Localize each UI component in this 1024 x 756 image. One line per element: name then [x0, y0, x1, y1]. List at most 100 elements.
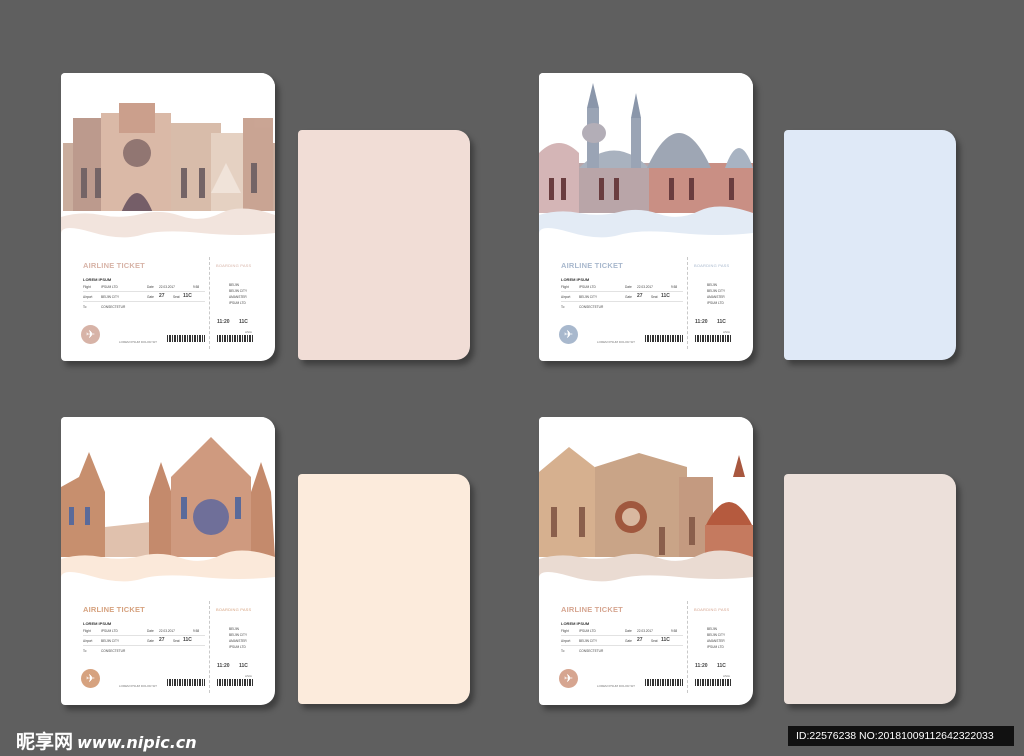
footer-right-label: ASIA [245, 674, 252, 678]
code-value: 9:58 [671, 285, 678, 289]
date-label: Date [147, 629, 154, 633]
to-label: To [561, 305, 565, 309]
airport-value: BEIJIN CITY [579, 295, 598, 299]
footer-right-label: ASIA [245, 330, 252, 334]
right-line-1: BEIJIN [707, 283, 717, 287]
gate-label: Gate [147, 639, 154, 643]
notebook-cover-3: AIRLINE TICKET BOARDING PASS LOREM IPSUM… [61, 417, 275, 705]
flight-label: Flight [83, 285, 91, 289]
right-line-3: AMANSTER [707, 295, 725, 299]
date-value: 22.03.2017 [637, 629, 653, 633]
ticket-title: AIRLINE TICKET [561, 261, 623, 270]
ticket-separator [561, 645, 683, 646]
boarding-pass-label: BOARDING PASS [694, 263, 730, 268]
seat-label: Seat [173, 295, 180, 299]
footer-right-label: ASIA [723, 330, 730, 334]
gate-value: 27 [159, 637, 165, 643]
notebook-cover-2: AIRLINE TICKET BOARDING PASS LOREM IPSUM… [539, 73, 753, 361]
right-line-1: BEIJIN [229, 627, 239, 631]
gate-value: 27 [637, 293, 643, 299]
flight-label: Flight [561, 285, 569, 289]
ticket-footer: LOREM IPSUM DOLOR SIT [119, 340, 158, 344]
seat-stub-value: 11C [717, 663, 726, 669]
notebook-back-3 [298, 474, 470, 704]
right-line-2: BEIJIN CITY [707, 633, 726, 637]
notebook-back-2 [784, 130, 956, 360]
flight-label: Flight [561, 629, 569, 633]
ticket-divider [209, 257, 210, 349]
image-id-bar: ID:22576238 NO:20181009112642322033 [788, 726, 1014, 746]
right-line-1: BEIJIN [229, 283, 239, 287]
airport-label: Airport [83, 639, 93, 643]
to-value: CONSECTETUR [101, 649, 126, 653]
ticket-separator [561, 635, 683, 636]
site-watermark: 昵享网 www.nipic.cn [16, 727, 197, 754]
date-label: Date [625, 285, 632, 289]
barcode [645, 679, 683, 686]
ticket-area: AIRLINE TICKET BOARDING PASS LOREM IPSUM… [539, 233, 753, 361]
flight-value: IPSUM LTD [101, 629, 118, 633]
seat-value: 11C [661, 637, 670, 643]
departure-time: 11:20 [217, 663, 230, 669]
departure-time: 11:20 [695, 319, 708, 325]
flight-value: IPSUM LTD [579, 285, 596, 289]
ticket-area: AIRLINE TICKET BOARDING PASS LOREM IPSUM… [61, 577, 275, 705]
code-value: 9:58 [193, 629, 200, 633]
ticket-area: AIRLINE TICKET BOARDING PASS LOREM IPSUM… [61, 233, 275, 361]
airplane-icon: ✈ [559, 325, 578, 344]
barcode [167, 335, 205, 342]
date-value: 22.03.2017 [159, 629, 175, 633]
ticket-separator [83, 291, 205, 292]
airport-value: BEIJIN CITY [101, 639, 120, 643]
ticket-title: AIRLINE TICKET [83, 605, 145, 614]
seat-label: Seat [651, 639, 658, 643]
right-line-1: BEIJIN [707, 627, 717, 631]
right-line-2: BEIJIN CITY [229, 633, 248, 637]
ticket-title: AIRLINE TICKET [83, 261, 145, 270]
ticket-separator [561, 291, 683, 292]
ticket-separator [83, 635, 205, 636]
ticket-divider [209, 601, 210, 693]
seat-value: 11C [183, 637, 192, 643]
right-line-4: IPSUM LTD [707, 645, 724, 649]
barcode-stub [695, 335, 731, 342]
seat-stub-value: 11C [239, 663, 248, 669]
airport-label: Airport [83, 295, 93, 299]
gate-value: 27 [159, 293, 165, 299]
gate-value: 27 [637, 637, 643, 643]
passenger-name: LOREM IPSUM [561, 621, 590, 626]
date-label: Date [625, 629, 632, 633]
right-line-4: IPSUM LTD [707, 301, 724, 305]
date-label: Date [147, 285, 154, 289]
seat-stub-value: 11C [239, 319, 248, 325]
barcode [167, 679, 205, 686]
to-value: CONSECTETUR [101, 305, 126, 309]
gate-label: Gate [625, 639, 632, 643]
barcode-stub [695, 679, 731, 686]
to-value: CONSECTETUR [579, 649, 604, 653]
airplane-icon: ✈ [559, 669, 578, 688]
gate-label: Gate [625, 295, 632, 299]
flight-value: IPSUM LTD [101, 285, 118, 289]
airport-label: Airport [561, 639, 571, 643]
code-value: 9:58 [193, 285, 200, 289]
right-line-3: AMANSTER [707, 639, 725, 643]
notebook-cover-1: AIRLINE TICKET BOARDING PASS LOREM IPSUM… [61, 73, 275, 361]
right-line-4: IPSUM LTD [229, 645, 246, 649]
airport-label: Airport [561, 295, 571, 299]
barcode-stub [217, 679, 253, 686]
departure-time: 11:20 [695, 663, 708, 669]
right-line-3: AMANSTER [229, 295, 247, 299]
ticket-separator [83, 645, 205, 646]
footer-right-label: ASIA [723, 674, 730, 678]
ticket-divider [687, 257, 688, 349]
ticket-separator [561, 301, 683, 302]
notebook-back-1 [298, 130, 470, 360]
seat-label: Seat [651, 295, 658, 299]
right-line-2: BEIJIN CITY [229, 289, 248, 293]
seat-label: Seat [173, 639, 180, 643]
to-label: To [83, 649, 87, 653]
notebook-back-4 [784, 474, 956, 704]
watermark-url: www.nipic.cn [77, 733, 197, 752]
date-value: 22.03.2017 [637, 285, 653, 289]
